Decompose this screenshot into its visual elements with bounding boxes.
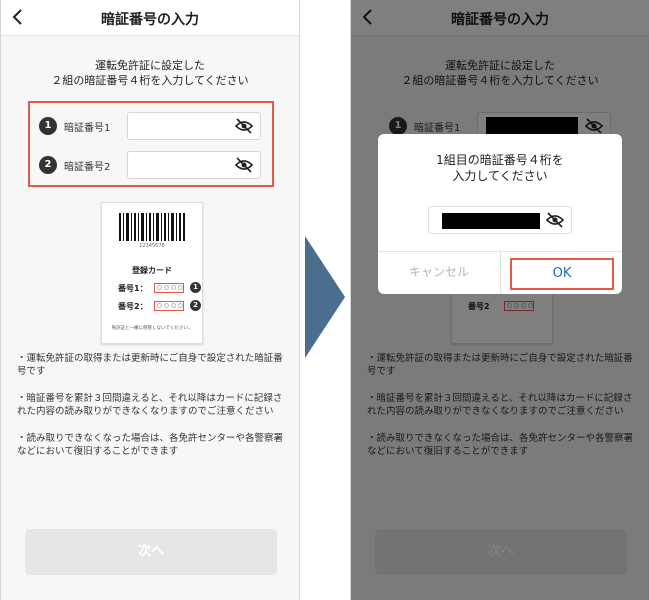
redacted-pin-value (442, 213, 540, 229)
pin-2-input[interactable] (127, 151, 261, 179)
intro-line-1: 運転免許証に設定した (95, 59, 205, 72)
eye-slash-icon[interactable] (545, 212, 565, 228)
card-note: 免許証と一緒に保管しないでください。 (111, 326, 193, 331)
page-title: 暗証番号の入力 (101, 12, 199, 28)
pin-dialog: 1組目の暗証番号４桁を 入力してください キャンセル OK (378, 134, 622, 294)
intro-line-2: ２組の暗証番号４桁を入力してください (51, 74, 249, 87)
step-number-badge: 2 (39, 156, 57, 174)
barcode-number: 12345678 (139, 243, 165, 249)
pin-2-label: 暗証番号2 (64, 162, 111, 173)
pin-row-2: 2 暗証番号2 (39, 151, 263, 179)
dialog-pin-input[interactable] (428, 206, 572, 234)
notes: ・運転免許証の取得または更新時にご自身で設定された暗証番号です ・暗証番号を累計… (17, 352, 287, 472)
card-row-2-label: 番号2： (118, 302, 148, 311)
note-item: ・読み取りできなくなった場合は、各免許センターや各警察署などにおいて復旧すること… (17, 433, 284, 457)
ok-button[interactable]: OK (510, 258, 614, 290)
header: 暗証番号の入力 (1, 0, 299, 36)
eye-slash-icon[interactable] (234, 157, 254, 173)
dialog-message-line-1: 1組目の暗証番号４桁を (436, 153, 564, 167)
card-row-1-label: 番号1： (118, 284, 148, 293)
cancel-button[interactable]: キャンセル (378, 251, 500, 294)
barcode-icon (119, 213, 185, 241)
note-item: ・運転免許証の取得または更新時にご自身で設定された暗証番号です (17, 353, 283, 377)
pin-1-input[interactable] (127, 112, 261, 140)
step-arrow-icon (305, 236, 345, 358)
dialog-message-line-2: 入力してください (452, 169, 548, 183)
card-title: 登録カード (132, 266, 172, 275)
registration-card-illustration: 12345678 登録カード 番号1： 1 番号2： 2 免許証と一緒に保管しな… (101, 202, 203, 344)
screen-pin-entry: 暗証番号の入力 運転免許証に設定した ２組の暗証番号４桁を入力してください 1 … (0, 0, 300, 600)
card-row-2: 番号2： 2 (118, 300, 204, 313)
note-item: ・暗証番号を累計３回間違えると、それ以降はカードに記録された内容の読み取りができ… (17, 393, 283, 417)
card-pin-2-box (154, 301, 184, 311)
step-number-badge: 1 (39, 117, 57, 135)
pin-row-1: 1 暗証番号1 (39, 112, 263, 140)
pin-1-label: 暗証番号1 (64, 123, 111, 134)
card-pin-1-box (154, 283, 184, 293)
eye-slash-icon[interactable] (234, 118, 254, 134)
step-number-badge: 2 (190, 300, 201, 311)
screen-pin-dialog: 暗証番号の入力 運転免許証に設定した ２組の暗証番号４桁を入力してください 1 … (350, 0, 650, 600)
modal-overlay (351, 0, 649, 600)
card-row-1: 番号1： 1 (118, 282, 204, 295)
intro-text: 運転免許証に設定した ２組の暗証番号４桁を入力してください (1, 58, 299, 88)
next-button[interactable]: 次へ (25, 529, 277, 575)
dialog-message: 1組目の暗証番号４桁を 入力してください (378, 152, 622, 184)
dialog-button-separator (500, 251, 501, 294)
step-number-badge: 1 (190, 282, 201, 293)
